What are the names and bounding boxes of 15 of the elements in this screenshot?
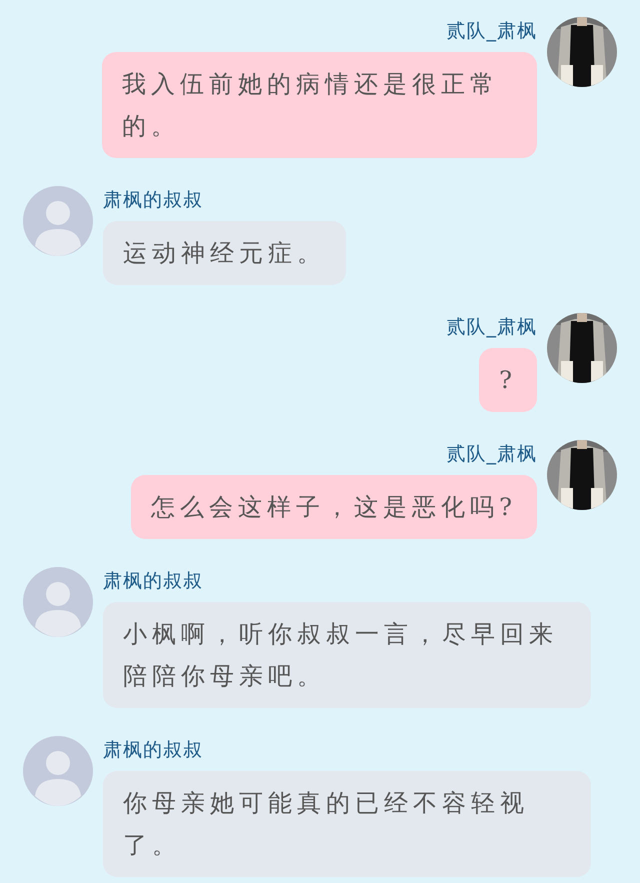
sender-name: 贰队_肃枫 — [446, 20, 537, 42]
message-bubble: 怎么会这样子，这是恶化吗? — [131, 475, 537, 539]
message-bubble: 运动神经元症。 — [103, 221, 346, 285]
sender-name: 贰队_肃枫 — [446, 443, 537, 465]
message-bubble: 小枫啊，听你叔叔一言，尽早回来陪陪你母亲吧。 — [103, 602, 591, 708]
sender-name: 肃枫的叔叔 — [103, 189, 203, 211]
avatar-icon — [23, 567, 93, 637]
avatar-icon — [23, 186, 93, 256]
sender-name: 贰队_肃枫 — [446, 316, 537, 338]
sender-name: 肃枫的叔叔 — [103, 739, 203, 761]
message-bubble: ? — [479, 348, 537, 412]
avatar-icon — [23, 736, 93, 806]
sender-name: 肃枫的叔叔 — [103, 570, 203, 592]
message-bubble: 你母亲她可能真的已经不容轻视了。 — [103, 771, 591, 877]
message-bubble: 我入伍前她的病情还是很正常的。 — [102, 52, 537, 158]
